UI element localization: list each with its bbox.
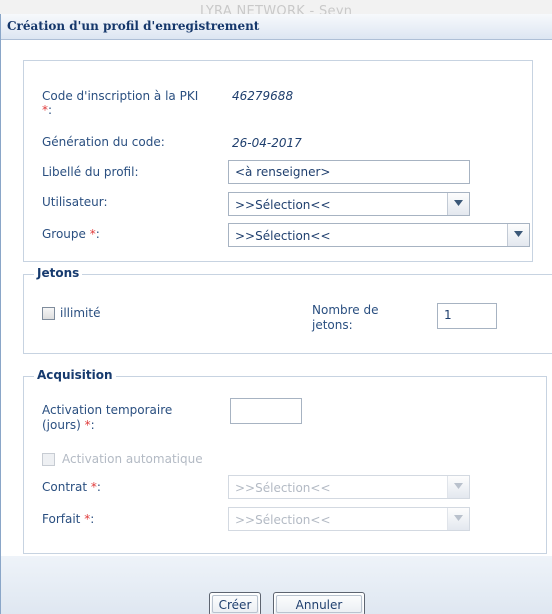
groupe-label: Groupe *: <box>42 227 100 241</box>
pki-code-value: 46279688 <box>232 89 294 103</box>
jetons-fieldset: Jetons illimité Nombre de jetons: 1 <box>23 266 552 354</box>
activation-label-2: (jours) *: <box>42 418 95 432</box>
groupe-select-value: >>Sélection<< <box>235 229 331 243</box>
generation-value: 26-04-2017 <box>232 136 302 150</box>
chevron-down-icon[interactable] <box>507 224 529 246</box>
jetons-legend: Jetons <box>34 266 83 280</box>
acquisition-legend: Acquisition <box>34 368 116 382</box>
forfait-select-value: >>Sélection<< <box>235 513 331 527</box>
libelle-label: Libellé du profil: <box>42 165 139 179</box>
activation-input[interactable] <box>230 398 302 424</box>
activation-auto-checkbox[interactable] <box>42 453 55 466</box>
dialog-titlebar[interactable]: Création d'un profil d'enregistrement <box>1 14 552 40</box>
chevron-down-icon[interactable] <box>447 193 469 215</box>
profile-main-panel: Code d'inscription à la PKI *: 46279688 … <box>23 60 533 262</box>
chevron-down-icon[interactable] <box>447 476 469 498</box>
pki-code-label: Code d'inscription à la PKI <box>42 89 199 103</box>
cancel-button[interactable]: Annuler <box>273 592 365 614</box>
profile-creation-dialog: Création d'un profil d'enregistrement Co… <box>0 14 552 614</box>
contrat-select[interactable]: >>Sélection<< <box>228 475 470 499</box>
utilisateur-select-value: >>Sélection<< <box>235 198 331 212</box>
dialog-title: Création d'un profil d'enregistrement <box>7 19 260 33</box>
illimite-checkbox[interactable] <box>42 307 55 320</box>
acquisition-fieldset: Acquisition Activation temporaire (jours… <box>23 368 547 554</box>
libelle-input[interactable]: <à renseigner> <box>228 160 470 184</box>
utilisateur-label: Utilisateur: <box>42 195 108 209</box>
create-button-label: Créer <box>212 595 258 613</box>
utilisateur-select[interactable]: >>Sélection<< <box>228 192 470 216</box>
contrat-label: Contrat *: <box>42 480 101 494</box>
illimite-label: illimité <box>60 306 101 320</box>
activation-auto-label: Activation automatique <box>62 452 203 466</box>
nombre-jetons-label-1: Nombre de <box>312 303 379 317</box>
pki-code-required: *: <box>42 103 53 117</box>
groupe-select[interactable]: >>Sélection<< <box>228 223 530 247</box>
generation-label: Génération du code: <box>42 135 165 149</box>
forfait-select[interactable]: >>Sélection<< <box>228 507 470 531</box>
forfait-label: Forfait *: <box>42 512 95 526</box>
create-button[interactable]: Créer <box>209 592 261 614</box>
chevron-down-icon[interactable] <box>447 508 469 530</box>
dialog-footer: Créer Annuler <box>1 556 552 614</box>
cancel-button-label: Annuler <box>276 595 362 613</box>
activation-label-1: Activation temporaire <box>42 403 173 417</box>
contrat-select-value: >>Sélection<< <box>235 481 331 495</box>
nombre-jetons-label-2: jetons: <box>312 318 353 332</box>
nombre-jetons-input[interactable]: 1 <box>437 303 497 329</box>
